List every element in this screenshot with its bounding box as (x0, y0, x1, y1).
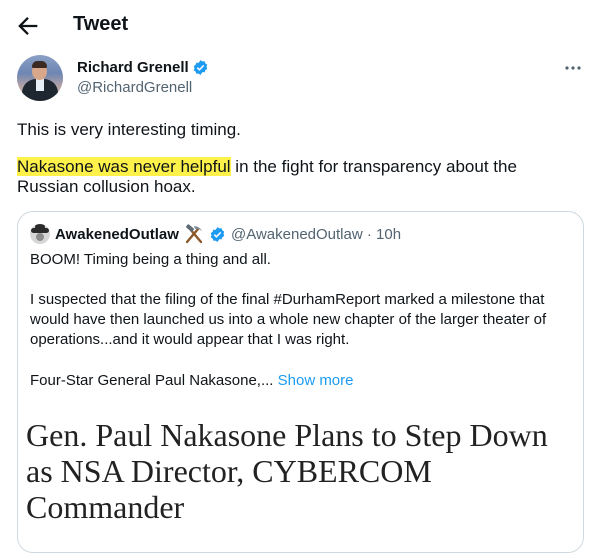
arrow-left-icon[interactable] (14, 12, 42, 40)
quote-text-line1: BOOM! Timing being a thing and all. (30, 251, 271, 268)
tweet-text-line1: This is very interesting timing. (17, 120, 241, 139)
quote-avatar (30, 224, 50, 244)
show-more-link[interactable]: Show more (278, 372, 354, 389)
quote-text-para3: Four-Star General Paul Nakasone,... Show… (30, 371, 354, 391)
page-title: Tweet (73, 13, 129, 35)
quote-handle-time: @AwakenedOutlaw · 10h (231, 226, 402, 243)
hammer-and-pick-icon (185, 224, 203, 244)
quote-author-name: AwakenedOutlaw (55, 226, 179, 243)
tweet-text-body: Nakasone was never helpful in the fight … (17, 157, 577, 197)
more-options-icon[interactable] (563, 58, 583, 78)
highlighted-text: Nakasone was never helpful (17, 157, 231, 176)
quoted-tweet[interactable]: AwakenedOutlaw @AwakenedOutlaw · 10h BOO… (17, 211, 584, 553)
header: Tweet (0, 0, 595, 52)
verified-badge-icon (193, 60, 208, 75)
author-name[interactable]: Richard Grenell (77, 59, 189, 76)
article-headline[interactable]: Gen. Paul Nakasone Plans to Step Down as… (26, 417, 566, 525)
quote-text-para2: I suspected that the filing of the final… (30, 291, 547, 348)
avatar[interactable] (17, 55, 63, 101)
quote-text-truncated: Four-Star General Paul Nakasone,... (30, 372, 274, 389)
author-handle[interactable]: @RichardGrenell (77, 79, 192, 96)
quote-verified-badge-icon (210, 227, 225, 242)
